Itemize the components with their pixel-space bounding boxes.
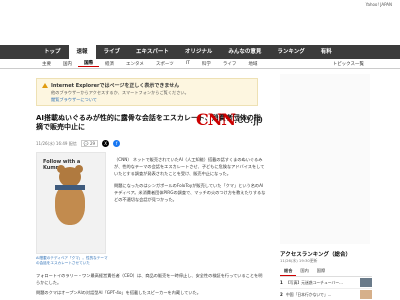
article-body-continued: フォロートイのラリー・ワン最高経営責任者（CEO）は、商品の販売を一時停止し、安… [36, 272, 266, 299]
ranking-thumbnail [360, 290, 372, 299]
category-it[interactable]: IT [180, 61, 196, 66]
main-nav-item-original[interactable]: オリジナル [177, 45, 221, 59]
ranking-text: 中国「日本行かないで」… [286, 291, 332, 297]
top-bar: Yahoo! JAPAN [0, 0, 400, 8]
comment-count: 29 [89, 141, 96, 146]
ranking-thumbnail [360, 278, 372, 287]
article-paragraph: 問題になったのはシンガポールのFoloToyが販売していた「クマ」という名のAI… [114, 183, 266, 202]
bear-body [55, 185, 85, 225]
category-economy[interactable]: 経済 [99, 61, 120, 67]
cnn-logo-main: CNN [196, 110, 236, 129]
category-main[interactable]: 主要 [36, 61, 57, 67]
article-body: （CNN） ネットで販売されていたAI（人工知能）搭載の話すくまのぬいぐるみが、… [114, 156, 266, 208]
warning-title: Internet Explorerではページを正しく表示できません [51, 83, 180, 89]
category-entertainment[interactable]: エンタメ [120, 61, 150, 67]
ranking-updated: 11/26(水) 19:30更新 [280, 258, 318, 263]
main-nav-item-expert[interactable]: エキスパート [128, 45, 177, 59]
main-nav-item-live[interactable]: ライブ [96, 45, 129, 59]
warning-text: 他のブラウザーからアクセスするか、スマートフォンからご覧ください。 [51, 90, 189, 95]
ranking-text: 【写真】元迷惑ユーチューバー… [286, 279, 343, 285]
main-nav-item-breaking[interactable]: 速報 [68, 45, 96, 59]
category-nav: 主要 国内 国際 経済 エンタメ スポーツ IT 科学 ライフ 地域 トピックス… [0, 59, 400, 69]
ranking-tabs: 総合 国内 国際 [280, 267, 372, 277]
main-nav-item-ranking[interactable]: ランキング [269, 45, 312, 59]
category-international[interactable]: 国際 [78, 60, 99, 67]
bear-scarf [55, 185, 85, 190]
main-nav: トップ 速報 ライブ エキスパート オリジナル みんなの意見 ランキング 有料 [0, 45, 400, 59]
ranking-row[interactable]: 2 中国「日本行かないで」… [280, 289, 372, 300]
article-photo[interactable]: Follow with a Kumma. [36, 152, 106, 254]
article-paragraph: （CNN） ネットで販売されていたAI（人工知能）搭載の話すくまのぬいぐるみが、… [114, 157, 265, 176]
category-life[interactable]: ライフ [217, 61, 243, 67]
browser-warning: Internet Explorerではページを正しく表示できません 他のブラウザ… [36, 78, 258, 106]
ad-space [280, 74, 370, 244]
comment-count-button[interactable]: 💬 29 [80, 140, 99, 147]
yahoo-header-link[interactable]: Yahoo! JAPAN [366, 2, 392, 7]
cnn-logo-domain: .co.jp [234, 112, 263, 126]
x-share-icon[interactable]: X [102, 140, 110, 147]
category-domestic[interactable]: 国内 [57, 61, 78, 67]
main-nav-item-top[interactable]: トップ [36, 45, 69, 59]
topics-list-link[interactable]: トピックス一覧 [333, 61, 364, 67]
warning-icon [42, 83, 48, 88]
category-local[interactable]: 地域 [242, 61, 263, 67]
ranking-row[interactable]: 1 【写真】元迷惑ユーチューバー… [280, 277, 372, 289]
bear-head [59, 167, 81, 187]
article-paragraph: フォロートイのラリー・ワン最高経営責任者（CEO）は、商品の販売を一時停止し、安… [36, 273, 263, 285]
header-area [0, 8, 400, 44]
ranking-tab-overall[interactable]: 総合 [280, 267, 297, 276]
category-sports[interactable]: スポーツ [150, 61, 180, 67]
category-science[interactable]: 科学 [196, 61, 217, 67]
photo-caption[interactable]: AI搭載のテディベア「クマ」。性的なテーマの会話をエスカレートさせていた [36, 256, 108, 266]
article-meta: 11/26(水) 16:49 配信 💬 29 X f [36, 140, 121, 147]
main-nav-item-paid[interactable]: 有料 [313, 45, 340, 59]
access-ranking: アクセスランキング（総合） 11/26(水) 19:30更新 総合 国内 国際 … [280, 250, 372, 300]
ranking-tab-international[interactable]: 国際 [313, 267, 329, 276]
publish-date: 11/26(水) 16:49 配信 [36, 140, 77, 146]
ranking-tab-domestic[interactable]: 国内 [296, 267, 312, 276]
cnn-logo[interactable]: CNN .co.jp [196, 110, 268, 129]
ranking-title: アクセスランキング（総合） [280, 252, 352, 258]
article-paragraph: 問題のクマはオープンAIの対話型AI「GPT-4o」を搭載したスピーカーを内蔵し… [36, 290, 201, 295]
browser-info-link[interactable]: 閲覧ブラウザーについて [51, 97, 251, 103]
facebook-share-icon[interactable]: f [113, 140, 121, 147]
main-nav-item-opinions[interactable]: みんなの意見 [220, 45, 269, 59]
